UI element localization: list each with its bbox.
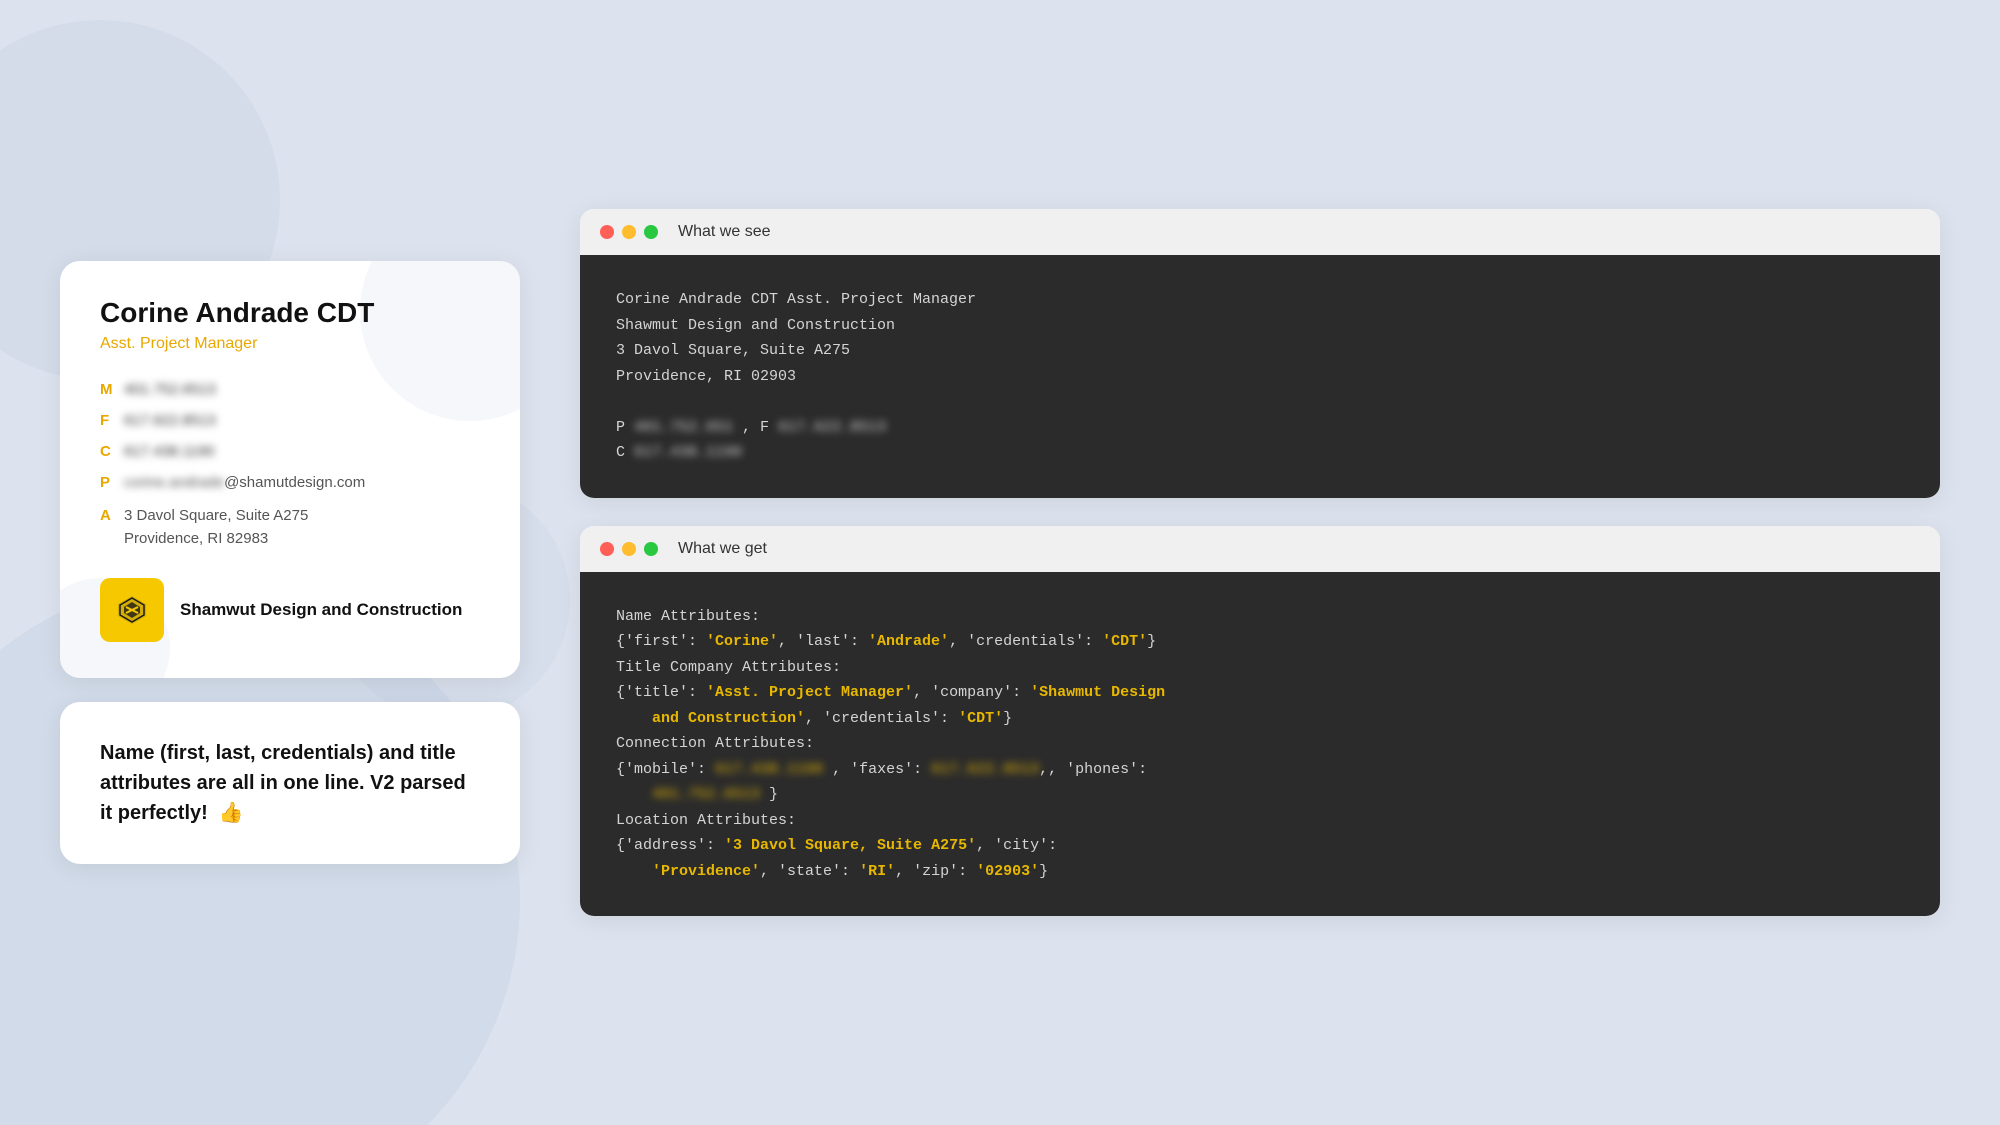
company-logo <box>100 578 164 642</box>
fax-value: 617.622.8513 <box>124 412 216 429</box>
label-c: C <box>100 443 124 460</box>
name-attr-code: {'first': 'Corine', 'last': 'Andrade', '… <box>616 633 1156 650</box>
tl-green-1[interactable] <box>644 225 658 239</box>
right-column: What we see Corine Andrade CDT Asst. Pro… <box>580 209 1940 916</box>
panel-title-1: What we see <box>678 223 770 241</box>
traffic-lights-1 <box>600 225 658 239</box>
title-attr-code: {'title': 'Asst. Project Manager', 'comp… <box>616 684 1165 727</box>
panel-title-2: What we get <box>678 540 767 558</box>
left-column: Corine Andrade CDT Asst. Project Manager… <box>60 261 520 864</box>
tl-yellow-1[interactable] <box>622 225 636 239</box>
contact-email: P corine.andrade@shamutdesign.com <box>100 474 480 491</box>
tl-red-1[interactable] <box>600 225 614 239</box>
person-title: Asst. Project Manager <box>100 335 480 353</box>
terminal-body-2: Name Attributes: {'first': 'Corine', 'la… <box>580 572 1940 917</box>
tl-red-2[interactable] <box>600 542 614 556</box>
terminal-body-1: Corine Andrade CDT Asst. Project Manager… <box>580 255 1940 498</box>
traffic-lights-2 <box>600 542 658 556</box>
commentary-text: Name (first, last, credentials) and titl… <box>100 738 480 828</box>
address-value: 3 Davol Square, Suite A275Providence, RI… <box>124 505 308 550</box>
raw-line-5: P 401.752.651 , F 617.622.8513 <box>616 419 886 436</box>
raw-line-6: C 617.438.1190 <box>616 444 742 461</box>
label-m: M <box>100 381 124 398</box>
company-row: Shamwut Design and Construction <box>100 578 480 642</box>
loc-attr-label: Location Attributes: <box>616 812 796 829</box>
raw-line-4: Providence, RI 02903 <box>616 368 796 385</box>
loc-attr-code: {'address': '3 Davol Square, Suite A275'… <box>616 837 1057 880</box>
conn-attr-code: {'mobile': 617.438.1190 , 'faxes': 617.6… <box>616 761 1147 804</box>
person-name: Corine Andrade CDT <box>100 297 480 329</box>
name-attr-label: Name Attributes: <box>616 608 760 625</box>
label-a: A <box>100 505 124 524</box>
tl-green-2[interactable] <box>644 542 658 556</box>
titlebar-1: What we see <box>580 209 1940 255</box>
tl-yellow-2[interactable] <box>622 542 636 556</box>
titlebar-2: What we get <box>580 526 1940 572</box>
email-value: corine.andrade@shamutdesign.com <box>124 474 365 491</box>
contact-fax: F 617.622.8513 <box>100 412 480 429</box>
contact-address: A 3 Davol Square, Suite A275Providence, … <box>100 505 480 550</box>
mobile-value: 401.752.6513 <box>124 381 216 398</box>
cell-value: 617.438.1190 <box>124 443 215 460</box>
label-f: F <box>100 412 124 429</box>
panel-what-we-get: What we get Name Attributes: {'first': '… <box>580 526 1940 917</box>
contact-cell: C 617.438.1190 <box>100 443 480 460</box>
company-name: Shamwut Design and Construction <box>180 598 462 622</box>
raw-line-3: 3 Davol Square, Suite A275 <box>616 342 850 359</box>
contact-mobile: M 401.752.6513 <box>100 381 480 398</box>
panel-what-we-see: What we see Corine Andrade CDT Asst. Pro… <box>580 209 1940 498</box>
commentary-card: Name (first, last, credentials) and titl… <box>60 702 520 864</box>
conn-attr-label: Connection Attributes: <box>616 735 814 752</box>
label-p: P <box>100 474 124 491</box>
raw-line-2: Shawmut Design and Construction <box>616 317 895 334</box>
business-card: Corine Andrade CDT Asst. Project Manager… <box>60 261 520 678</box>
raw-line-1: Corine Andrade CDT Asst. Project Manager <box>616 291 976 308</box>
title-attr-label: Title Company Attributes: <box>616 659 841 676</box>
